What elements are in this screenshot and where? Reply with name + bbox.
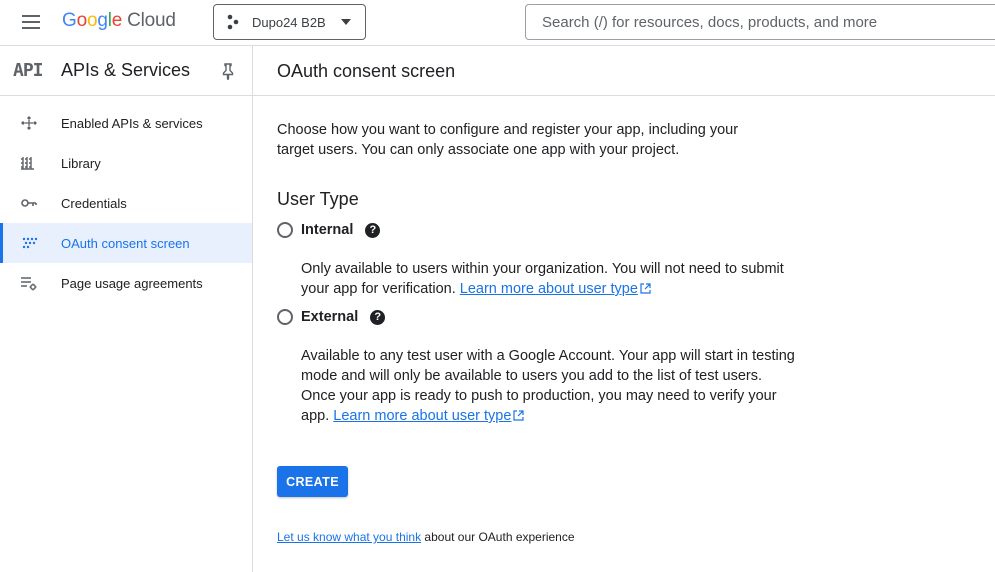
- sidebar: API APIs & Services Enabled APIs & servi…: [0, 45, 253, 572]
- logo-letter: o: [86, 10, 98, 31]
- sidebar-item-label: Library: [61, 156, 101, 171]
- chevron-down-icon: [341, 19, 351, 25]
- user-type-internal-option[interactable]: Internal ?: [277, 222, 381, 238]
- page-header: OAuth consent screen: [253, 46, 995, 96]
- sidebar-item-page-usage-agreements[interactable]: Page usage agreements: [0, 263, 252, 303]
- feedback-text: about our OAuth experience: [421, 530, 575, 544]
- external-link-icon: [640, 283, 651, 294]
- user-type-heading: User Type: [277, 189, 359, 209]
- google-cloud-logo[interactable]: Google Cloud: [62, 10, 176, 34]
- create-button[interactable]: CREATE: [277, 466, 348, 497]
- sidebar-item-label: Enabled APIs & services: [61, 116, 203, 131]
- feedback-link[interactable]: Let us know what you think: [277, 530, 421, 544]
- logo-letter: g: [97, 10, 108, 31]
- internal-label: Internal: [301, 222, 354, 238]
- external-label: External: [301, 309, 359, 325]
- library-icon: [21, 157, 34, 170]
- external-description: Available to any test user with a Google…: [301, 346, 796, 426]
- consent-icon: [22, 237, 38, 249]
- project-hierarchy-icon: [227, 14, 239, 30]
- sidebar-item-credentials[interactable]: Credentials: [0, 183, 252, 223]
- learn-more-user-type-link[interactable]: Learn more about user type: [333, 408, 511, 424]
- intro-text: Choose how you want to configure and reg…: [277, 122, 739, 158]
- sidebar-title: APIs & Services: [61, 60, 191, 80]
- sidebar-item-oauth-consent-screen[interactable]: OAuth consent screen: [0, 223, 252, 263]
- internal-description: Only available to users within your orga…: [301, 259, 796, 299]
- page-title: OAuth consent screen: [277, 61, 456, 81]
- user-type-external-option[interactable]: External ?: [277, 309, 386, 325]
- logo-letter: e: [111, 10, 123, 31]
- external-link-icon: [513, 410, 525, 421]
- help-icon[interactable]: ?: [365, 222, 381, 238]
- logo-letter: G: [62, 10, 77, 31]
- project-name: Dupo24 B2B: [252, 14, 326, 30]
- feedback-line: Let us know what you think about our OAu…: [277, 530, 575, 544]
- internal-radio[interactable]: [277, 222, 293, 238]
- logo-letter: o: [76, 10, 88, 31]
- apis-icon: [21, 116, 37, 130]
- sidebar-item-enabled-apis[interactable]: Enabled APIs & services: [0, 103, 252, 143]
- agreements-icon: [21, 277, 37, 291]
- sidebar-header: API APIs & Services: [0, 46, 252, 96]
- logo-suffix: Cloud: [127, 10, 176, 31]
- sidebar-item-library[interactable]: Library: [0, 143, 252, 183]
- learn-more-user-type-link[interactable]: Learn more about user type: [460, 281, 638, 297]
- help-icon[interactable]: ?: [370, 309, 386, 325]
- api-icon: API: [13, 60, 43, 81]
- project-picker[interactable]: Dupo24 B2B: [213, 4, 366, 40]
- main-menu-icon[interactable]: [14, 11, 48, 33]
- external-radio[interactable]: [277, 309, 293, 325]
- sidebar-nav: Enabled APIs & services Library Credenti…: [0, 103, 252, 303]
- top-bar: Google Cloud Dupo24 B2B: [0, 0, 995, 45]
- main-content: OAuth consent screen Choose how you want…: [253, 45, 995, 572]
- sidebar-item-label: OAuth consent screen: [61, 236, 190, 251]
- pin-icon[interactable]: [220, 62, 236, 80]
- sidebar-item-label: Page usage agreements: [61, 276, 203, 291]
- sidebar-item-label: Credentials: [61, 196, 127, 211]
- search-input[interactable]: [525, 4, 995, 40]
- key-icon: [21, 199, 37, 207]
